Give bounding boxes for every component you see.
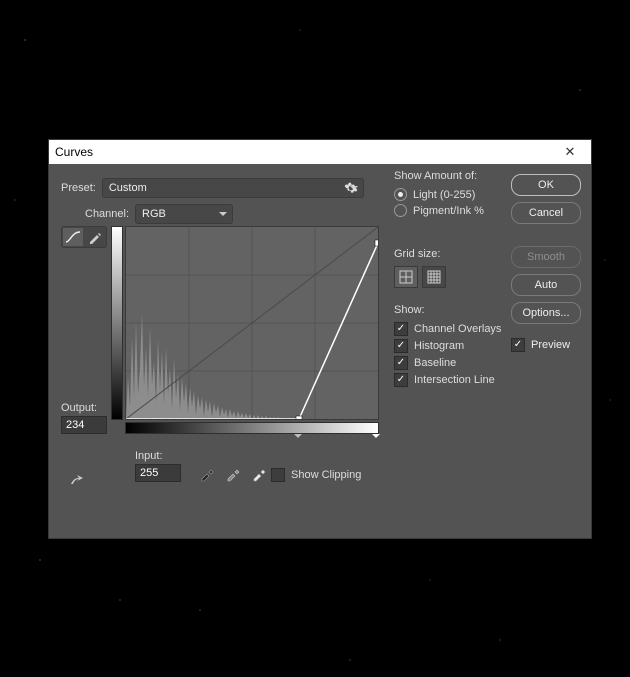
show-clipping-row: Show Clipping (271, 468, 361, 482)
chk-baseline[interactable] (394, 356, 408, 370)
titlebar[interactable]: Curves ✕ (49, 140, 591, 164)
radio-pigment[interactable] (394, 204, 407, 217)
chk-overlays[interactable] (394, 322, 408, 336)
show-group: Show: Channel Overlays Histogram Baselin… (394, 304, 501, 390)
show-opt-intersection[interactable]: Intersection Line (394, 373, 501, 387)
button-column: OK Cancel Smooth Auto Options... Preview (511, 174, 581, 352)
options-button[interactable]: Options... (511, 302, 581, 324)
preview-checkbox[interactable] (511, 338, 525, 352)
input-field[interactable]: 255 (135, 464, 181, 482)
grid-fine-button[interactable] (422, 266, 446, 288)
lbl-overlays: Channel Overlays (414, 323, 501, 335)
curve-tool-button[interactable] (63, 228, 83, 246)
preset-label: Preset: (61, 182, 96, 194)
lbl-intersection: Intersection Line (414, 374, 495, 386)
output-label: Output: (61, 402, 107, 414)
amount-pigment-label: Pigment/Ink % (413, 205, 484, 217)
amount-option-pigment[interactable]: Pigment/Ink % (394, 204, 484, 217)
input-block: Input: 255 (135, 450, 181, 482)
pencil-tool-button[interactable] (85, 228, 105, 246)
show-clipping-label: Show Clipping (291, 469, 361, 481)
output-gradient (111, 226, 123, 420)
show-amount-group: Show Amount of: Light (0-255) Pigment/In… (394, 170, 484, 220)
gear-icon[interactable] (341, 178, 361, 198)
show-clipping-checkbox[interactable] (271, 468, 285, 482)
amount-option-light[interactable]: Light (0-255) (394, 188, 484, 201)
grid-size-title: Grid size: (394, 248, 446, 260)
show-opt-baseline[interactable]: Baseline (394, 356, 501, 370)
output-block: Output: 234 (61, 402, 107, 434)
channel-row: Channel: RGB (85, 204, 233, 224)
chk-intersection[interactable] (394, 373, 408, 387)
show-title: Show: (394, 304, 501, 316)
preset-row: Preset: Custom (61, 178, 364, 198)
cancel-button[interactable]: Cancel (511, 202, 581, 224)
channel-select[interactable]: RGB (135, 204, 233, 224)
lbl-baseline: Baseline (414, 357, 456, 369)
preview-label: Preview (531, 339, 570, 351)
close-icon[interactable]: ✕ (555, 144, 585, 160)
lbl-histogram: Histogram (414, 340, 464, 352)
curves-graph[interactable] (125, 226, 379, 420)
black-point-slider[interactable] (294, 434, 302, 442)
smooth-button: Smooth (511, 246, 581, 268)
curves-dialog: Curves ✕ Preset: Custom Channel: RGB (48, 139, 592, 539)
amount-light-label: Light (0-255) (413, 189, 475, 201)
chk-histogram[interactable] (394, 339, 408, 353)
dialog-body: Preset: Custom Channel: RGB (49, 164, 591, 538)
black-eyedropper-icon[interactable] (199, 466, 215, 482)
grid-size-group: Grid size: (394, 248, 446, 288)
preset-select[interactable]: Custom (102, 178, 364, 198)
input-sliders (125, 434, 377, 444)
output-field[interactable]: 234 (61, 416, 107, 434)
preview-row[interactable]: Preview (511, 338, 581, 352)
input-label: Input: (135, 450, 181, 462)
ok-button[interactable]: OK (511, 174, 581, 196)
white-eyedropper-icon[interactable] (251, 466, 267, 482)
curve-tool-group (61, 226, 107, 248)
auto-button[interactable]: Auto (511, 274, 581, 296)
gray-eyedropper-icon[interactable] (225, 466, 241, 482)
show-opt-histogram[interactable]: Histogram (394, 339, 501, 353)
channel-label: Channel: (85, 208, 129, 220)
preset-value: Custom (109, 182, 147, 194)
dialog-title: Curves (55, 145, 93, 159)
radio-light[interactable] (394, 188, 407, 201)
white-point-slider[interactable] (372, 434, 380, 442)
show-amount-title: Show Amount of: (394, 170, 484, 182)
eyedropper-group (199, 466, 267, 482)
input-gradient (125, 422, 379, 434)
show-opt-overlays[interactable]: Channel Overlays (394, 322, 501, 336)
grid-coarse-button[interactable] (394, 266, 418, 288)
target-adjust-icon[interactable] (67, 472, 87, 491)
channel-value: RGB (142, 208, 166, 220)
